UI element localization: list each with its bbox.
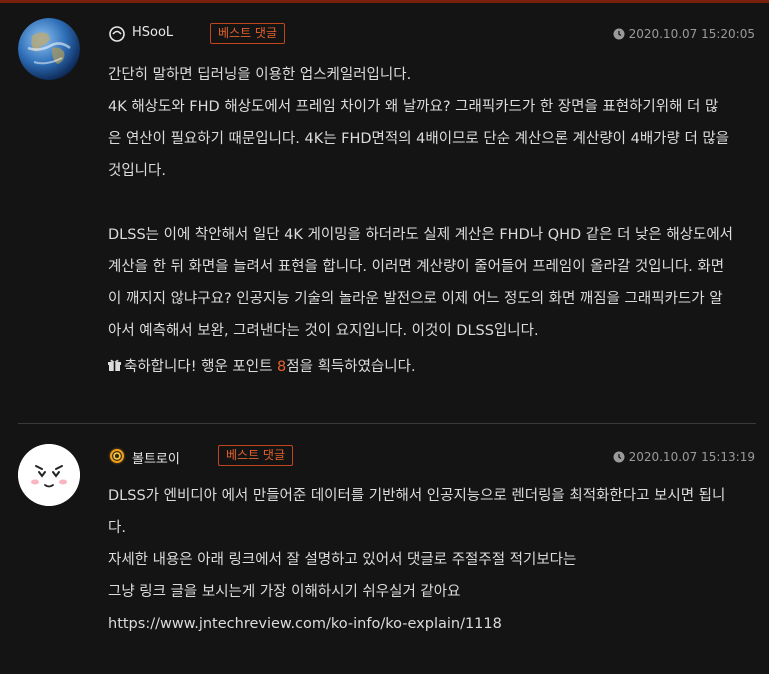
comment-line: 이 깨지지 않냐구요? 인공지능 기술의 놀라운 발전으로 이제 어느 정도의 … bbox=[108, 291, 723, 307]
comment-line: 것입니다. bbox=[108, 163, 166, 179]
reward-text-suffix: 점을 획득하였습니다. bbox=[286, 359, 416, 375]
avatar[interactable] bbox=[18, 18, 80, 80]
comment-line: 간단히 말하면 딥러닝을 이용한 업스케일러입니다. bbox=[108, 67, 412, 83]
avatar[interactable] bbox=[18, 444, 80, 506]
user-level-icon bbox=[109, 26, 125, 42]
comment-line: 그냥 링크 글을 보시는게 가장 이해하시기 쉬우실거 같아요 bbox=[108, 584, 461, 600]
comment-body: 간단히 말하면 딥러닝을 이용한 업스케일러입니다. 4K 해상도와 FHD 해… bbox=[108, 59, 758, 383]
comment-date-text: 2020.10.07 15:20:05 bbox=[628, 27, 755, 41]
comment-line: DLSS가 엔비디아 에서 만들어준 데이터를 기반해서 인공지능으로 렌더링을… bbox=[108, 488, 726, 504]
nickname[interactable]: HSooL bbox=[132, 25, 173, 40]
clock-icon bbox=[613, 28, 625, 40]
reward-points: 8 bbox=[277, 359, 287, 375]
best-comment-badge: 베스트 댓글 bbox=[218, 445, 294, 466]
comment-date-text: 2020.10.07 15:13:19 bbox=[628, 450, 755, 464]
comment-line: 4K 해상도와 FHD 해상도에서 프레임 차이가 왜 날까요? 그래픽카드가 … bbox=[108, 99, 719, 115]
comment-body: DLSS가 엔비디아 에서 만들어준 데이터를 기반해서 인공지능으로 렌더링을… bbox=[108, 480, 758, 640]
comment-link[interactable]: https://www.jntechreview.com/ko-info/ko-… bbox=[108, 608, 758, 640]
nickname[interactable]: 볼트로이 bbox=[132, 448, 180, 467]
gift-icon bbox=[108, 359, 121, 371]
cartoon-face-avatar-image bbox=[18, 444, 80, 506]
top-accent-line bbox=[0, 0, 769, 3]
comment-date: 2020.10.07 15:13:19 bbox=[613, 450, 755, 464]
reward-text-prefix: 축하합니다! 행운 포인트 bbox=[124, 359, 278, 375]
comment-line: 계산을 한 뒤 화면을 늘려서 표현을 합니다. 이러면 계산량이 줄어들어 프… bbox=[108, 259, 725, 275]
comment-divider bbox=[18, 423, 756, 424]
comment-line: 자세한 내용은 아래 링크에서 잘 설명하고 있어서 댓글로 주절주절 적기보다… bbox=[108, 552, 577, 568]
comment-line: 은 연산이 필요하기 때문입니다. 4K는 FHD면적의 4배이므로 단순 계산… bbox=[108, 131, 730, 147]
comment-line: 아서 예측해서 보완, 그려낸다는 것이 요지입니다. 이것이 DLSS입니다. bbox=[108, 323, 539, 339]
best-comment-badge: 베스트 댓글 bbox=[210, 23, 286, 44]
comment-line: DLSS는 이에 착안해서 일단 4K 게이밍을 하더라도 실제 계산은 FHD… bbox=[108, 227, 734, 243]
user-level-icon bbox=[108, 447, 126, 465]
lucky-point-notice: 축하합니다! 행운 포인트 8점을 획득하였습니다. bbox=[108, 351, 758, 383]
comment-date: 2020.10.07 15:20:05 bbox=[613, 27, 755, 41]
clock-icon bbox=[613, 451, 625, 463]
earth-avatar-image bbox=[18, 18, 80, 80]
comment-line: 다. bbox=[108, 520, 126, 536]
